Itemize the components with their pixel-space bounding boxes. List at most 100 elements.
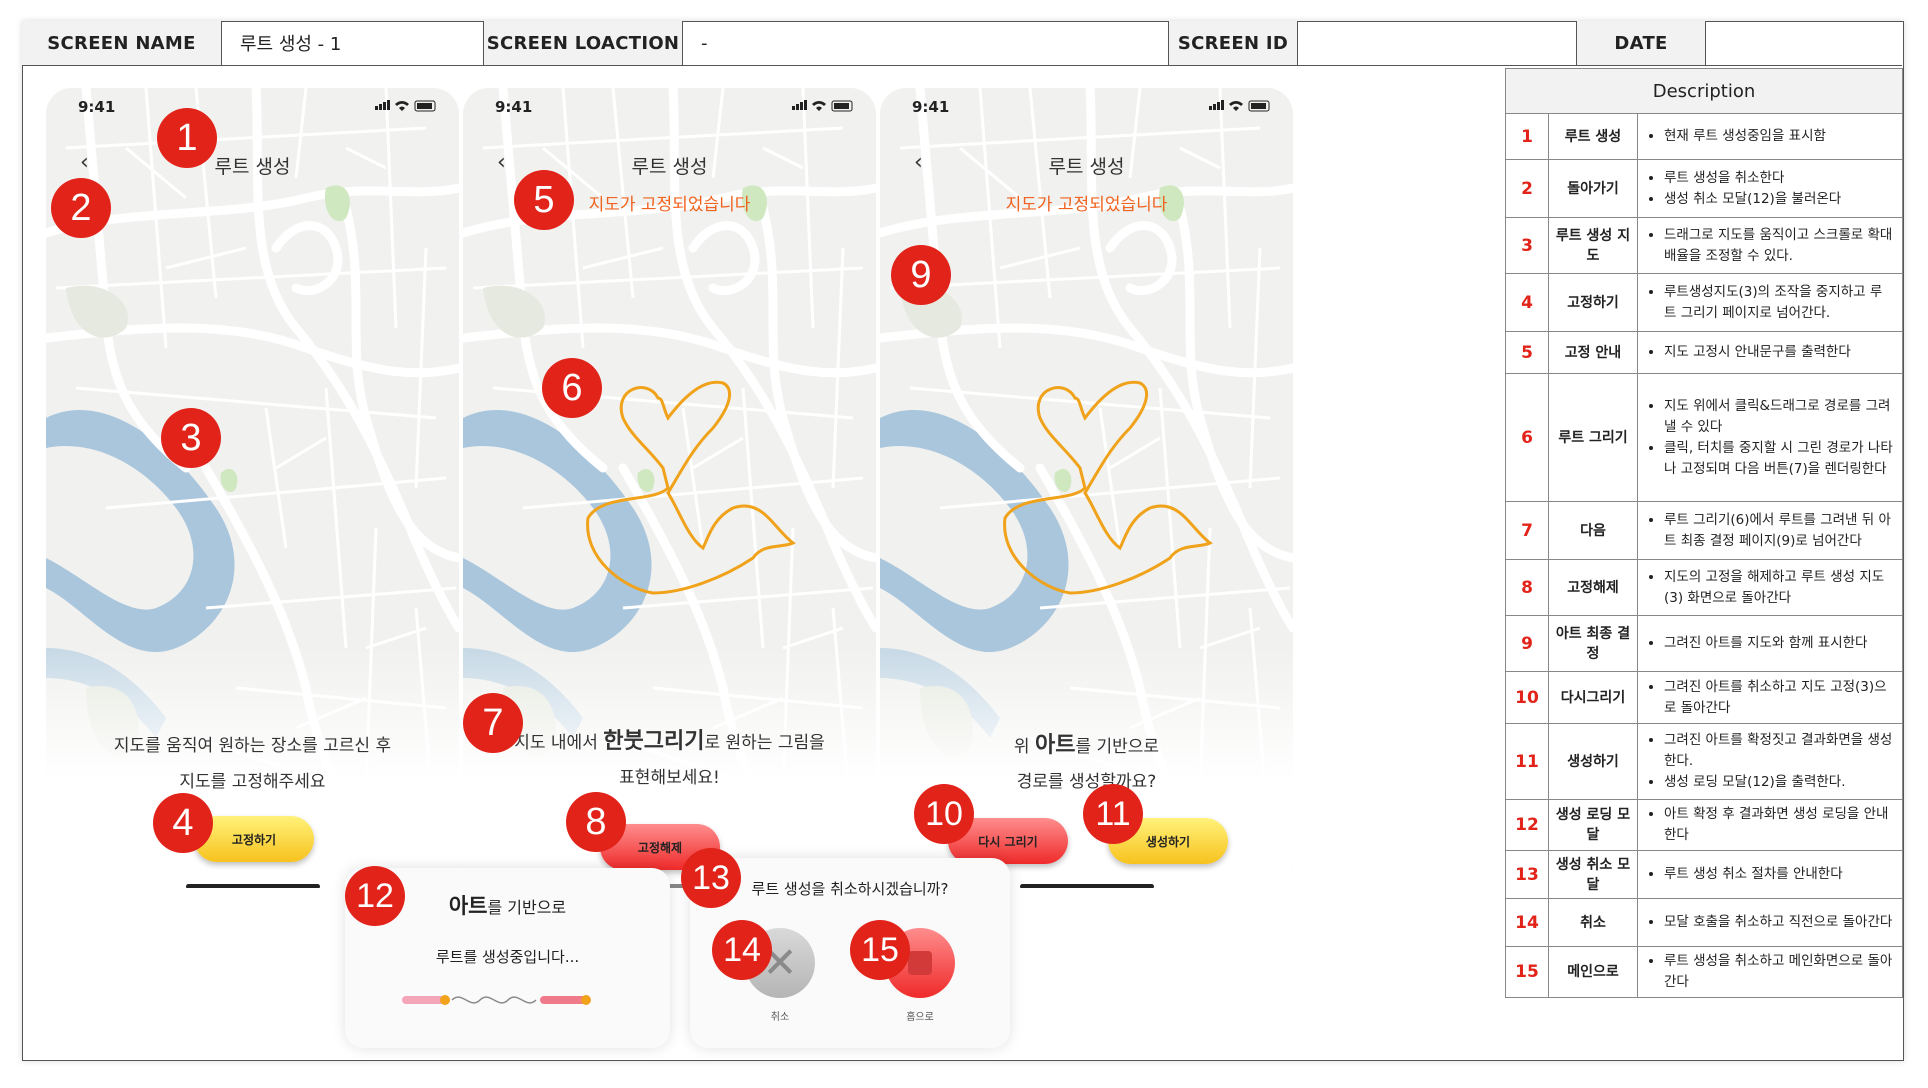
description-table: Description 1루트 생성현재 루트 생성중임을 표시함2돌아가기루트…	[1505, 68, 1903, 998]
header-bar: SCREEN NAME 루트 생성 - 1 SCREEN LOACTION - …	[22, 21, 1902, 66]
row-title: 생성 로딩 모달	[1548, 799, 1638, 851]
row-description-item: 현재 루트 생성중임을 표시함	[1664, 126, 1894, 147]
row-description: 그려진 아트를 지도와 함께 표시한다	[1637, 615, 1903, 672]
row-description: 현재 루트 생성중임을 표시함	[1637, 113, 1903, 160]
row-number: 5	[1505, 331, 1549, 374]
screen-id-label: SCREEN ID	[1169, 21, 1298, 65]
row-title: 돌아가기	[1548, 159, 1638, 218]
screen-name-value: 루트 생성 - 1	[222, 21, 484, 65]
screen-id-value	[1298, 21, 1577, 65]
marker-5: 5	[514, 170, 574, 230]
marker-4: 4	[153, 793, 213, 853]
row-description-item: 그려진 아트를 확정짓고 결과화면을 생성한다.	[1664, 730, 1894, 772]
row-description: 루트 생성을 취소한다생성 취소 모달(12)을 불러온다	[1637, 159, 1903, 218]
date-value	[1706, 21, 1902, 65]
guide-line-2: 지도를 고정해주세요	[179, 772, 326, 792]
row-number: 11	[1505, 723, 1549, 800]
row-number: 15	[1505, 946, 1549, 998]
marker-9: 9	[891, 245, 951, 305]
row-description-item: 드래그로 지도를 움직이고 스크롤로 확대 배율을 조정할 수 있다.	[1664, 225, 1894, 267]
row-title: 다음	[1548, 501, 1638, 560]
row-description-item: 클릭, 터치를 중지할 시 그린 경로가 나타나 고정되며 다음 버튼(7)을 …	[1664, 438, 1894, 480]
status-icons	[375, 100, 436, 112]
row-title: 아트 최종 결정	[1548, 615, 1638, 672]
row-number: 1	[1505, 113, 1549, 160]
row-description: 지도의 고정을 해제하고 루트 생성 지도(3) 화면으로 돌아간다	[1637, 559, 1903, 616]
row-description-item: 그려진 아트를 취소하고 지도 고정(3)으로 돌아간다	[1664, 677, 1894, 719]
description-row: 6루트 그리기지도 위에서 클릭&드래그로 경로를 그려낼 수 있다클릭, 터치…	[1505, 373, 1903, 502]
status-time: 9:41	[912, 98, 950, 116]
row-title: 고정하기	[1548, 273, 1638, 332]
description-row: 4고정하기 루트생성지도(3)의 조작을 중지하고 루트 그리기 페이지로 넘어간…	[1505, 273, 1903, 332]
guide-line-1: 지도를 움직여 원하는 장소를 고르신 후	[113, 736, 392, 756]
row-title: 메인으로	[1548, 946, 1638, 998]
home-indicator	[186, 884, 320, 888]
row-description-item: 생성 로딩 모달(12)을 출력한다.	[1664, 772, 1894, 793]
date-label: DATE	[1577, 21, 1706, 65]
stop-icon	[908, 951, 932, 975]
status-time: 9:41	[495, 98, 533, 116]
row-number: 14	[1505, 898, 1549, 947]
row-title: 고정 안내	[1548, 331, 1638, 374]
fixed-notice: 지도가 고정되었습니다	[1005, 195, 1168, 215]
description-row: 3루트 생성 지도 드래그로 지도를 움직이고 스크롤로 확대 배율을 조정할 수…	[1505, 217, 1903, 274]
row-description-item: 루트 그리기(6)에서 루트를 그려낸 뒤 아트 최종 결정 페이지(9)로 넘…	[1664, 510, 1894, 552]
row-description-item: 아트 확정 후 결과화면 생성 로딩을 안내한다	[1664, 804, 1894, 846]
phone-screen-art-confirm: 9:41 ‹ 루트 생성 지도가 고정되었습니다 위 아트를 기반으로 경로를 …	[880, 88, 1293, 888]
screen-location-value: -	[683, 21, 1169, 65]
row-description-item: 루트 생성을 취소하고 메인화면으로 돌아간다	[1664, 951, 1894, 993]
status-icons	[1209, 100, 1270, 112]
row-description-item: 지도 위에서 클릭&드래그로 경로를 그려낼 수 있다	[1664, 396, 1894, 438]
description-row: 2돌아가기루트 생성을 취소한다생성 취소 모달(12)을 불러온다	[1505, 159, 1903, 218]
confirm-guide-line-1: 위 아트를 기반으로	[1013, 733, 1160, 758]
description-row: 10다시그리기 그려진 아트를 취소하고 지도 고정(3)으로 돌아간다	[1505, 671, 1903, 724]
row-title: 생성 취소 모달	[1548, 850, 1638, 899]
marker-8: 8	[566, 792, 626, 852]
row-title: 고정해제	[1548, 559, 1638, 616]
marker-15: 15	[850, 920, 910, 980]
cancel-label: 취소	[770, 1012, 790, 1023]
loading-line-2: 루트를 생성중입니다...	[435, 948, 580, 966]
row-description-item: 루트 생성을 취소한다	[1664, 168, 1894, 189]
row-description-item: 루트 생성 취소 절차를 안내한다	[1664, 864, 1894, 885]
description-row: 5고정 안내 지도 고정시 안내문구를 출력한다	[1505, 331, 1903, 374]
row-description: 지도 고정시 안내문구를 출력한다	[1637, 331, 1903, 374]
loading-progress-icon	[402, 995, 591, 1005]
row-description-item: 루트생성지도(3)의 조작을 중지하고 루트 그리기 페이지로 넘어간다.	[1664, 282, 1894, 324]
row-number: 3	[1505, 217, 1549, 274]
row-description: 지도 위에서 클릭&드래그로 경로를 그려낼 수 있다클릭, 터치를 중지할 시…	[1637, 373, 1903, 502]
description-row: 7다음 루트 그리기(6)에서 루트를 그려낸 뒤 아트 최종 결정 페이지(9)…	[1505, 501, 1903, 560]
row-description: 모달 호출을 취소하고 직전으로 돌아간다	[1637, 898, 1903, 947]
row-number: 6	[1505, 373, 1549, 502]
row-title: 생성하기	[1548, 723, 1638, 800]
row-number: 8	[1505, 559, 1549, 616]
row-number: 12	[1505, 799, 1549, 851]
marker-11: 11	[1083, 784, 1143, 844]
description-row: 11생성하기 그려진 아트를 확정짓고 결과화면을 생성한다.생성 로딩 모달(1…	[1505, 723, 1903, 800]
row-number: 4	[1505, 273, 1549, 332]
row-description: 루트생성지도(3)의 조작을 중지하고 루트 그리기 페이지로 넘어간다.	[1637, 273, 1903, 332]
row-description: 루트 생성을 취소하고 메인화면으로 돌아간다	[1637, 946, 1903, 998]
description-row: 14취소 모달 호출을 취소하고 직전으로 돌아간다	[1505, 898, 1903, 947]
row-description-item: 생성 취소 모달(12)을 불러온다	[1664, 189, 1894, 210]
description-row: 8고정해제 지도의 고정을 해제하고 루트 생성 지도(3) 화면으로 돌아간다	[1505, 559, 1903, 616]
row-description-item: 그려진 아트를 지도와 함께 표시한다	[1664, 633, 1894, 654]
page-title: 루트 생성	[1048, 156, 1125, 178]
draw-guide-line-2: 표현해보세요!	[619, 768, 720, 788]
row-number: 13	[1505, 850, 1549, 899]
row-title: 루트 그리기	[1548, 373, 1638, 502]
marker-3: 3	[161, 408, 221, 468]
draw-guide-line-1: 지도 내에서 한붓그리기로 원하는 그림을	[514, 729, 825, 754]
row-number: 9	[1505, 615, 1549, 672]
description-row: 13생성 취소 모달 루트 생성 취소 절차를 안내한다	[1505, 850, 1903, 899]
home-label: 홈으로	[906, 1012, 934, 1023]
row-description: 아트 확정 후 결과화면 생성 로딩을 안내한다	[1637, 799, 1903, 851]
marker-2: 2	[51, 178, 111, 238]
description-row: 15메인으로 루트 생성을 취소하고 메인화면으로 돌아간다	[1505, 946, 1903, 998]
description-heading: Description	[1505, 68, 1903, 114]
page-title: 루트 생성	[214, 156, 291, 178]
row-title: 루트 생성 지도	[1548, 217, 1638, 274]
row-number: 10	[1505, 671, 1549, 724]
marker-12: 12	[345, 866, 405, 926]
row-description: 루트 생성 취소 절차를 안내한다	[1637, 850, 1903, 899]
